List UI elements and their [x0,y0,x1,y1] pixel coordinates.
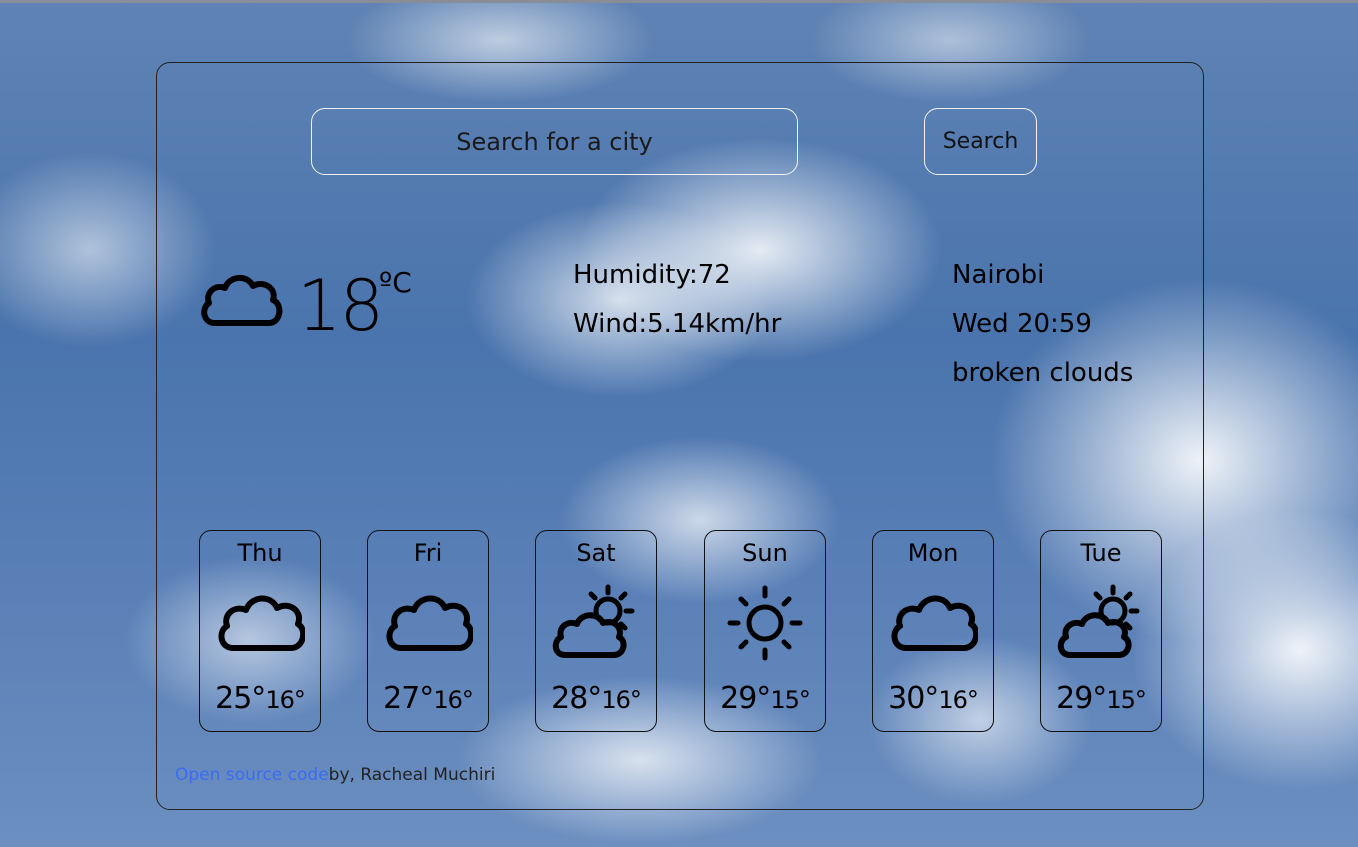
forecast-temps: 27°16° [368,684,488,714]
forecast-day-name: Fri [413,539,443,567]
forecast-temps: 30°16° [873,684,993,714]
forecast-temps: 25°16° [200,684,320,714]
cloud-icon [201,275,283,326]
forecast-temps: 28°16° [536,684,656,714]
humidity-text: Humidity:72 [573,260,731,290]
partly-sunny-icon [552,584,635,658]
forecast-max: 27° [383,681,434,716]
forecast-min: 16° [265,686,306,714]
partly-sunny-icon [1057,584,1140,658]
forecast-min: 16° [433,686,474,714]
forecast-day-name: Sun [742,539,788,567]
forecast-max: 29° [1056,681,1107,716]
forecast-day-card: Sat 28°16° [535,530,657,732]
search-button[interactable]: Search [924,108,1037,175]
weather-card: Search 18 ºC Humidity:72 Wind:5.14km/hr … [156,62,1204,810]
forecast-min: 16° [938,686,979,714]
forecast-min: 15° [770,686,811,714]
forecast-day-card: Tue 29°15° [1040,530,1162,732]
forecast-max: 28° [551,681,602,716]
weather-details: Humidity:72 Wind:5.14km/hr [573,251,781,349]
forecast-day-name: Thu [237,539,283,567]
forecast-max: 25° [215,681,266,716]
forecast-day-name: Mon [907,539,959,567]
forecast-max: 30° [888,681,939,716]
city-name: Nairobi [952,260,1045,290]
cloud-icon [386,595,473,651]
weather-description: broken clouds [952,358,1134,388]
current-temperature: 18 [297,265,384,347]
cloud-icon [891,595,978,651]
forecast-day-card: Sun 29°15° [704,530,826,732]
author-credit: by, Racheal Muchiri [328,765,496,785]
forecast-min: 16° [601,686,642,714]
date-time: Wed 20:59 [952,309,1092,339]
forecast-max: 29° [720,681,771,716]
forecast-min: 15° [1106,686,1147,714]
forecast-day-card: Mon 30°16° [872,530,994,732]
forecast-day-card: Thu 25°16° [199,530,321,732]
forecast-day-name: Tue [1080,539,1122,567]
temperature-unit: ºC [379,266,412,299]
forecast-temps: 29°15° [1041,684,1161,714]
sun-icon [727,585,803,661]
forecast-temps: 29°15° [705,684,825,714]
footer-credit: Open source codeby, Racheal Muchiri [175,765,495,785]
city-search-input[interactable] [311,108,798,175]
window-top-strip [0,0,1358,3]
open-source-link[interactable]: Open source code [175,765,329,785]
cloud-icon [218,595,305,651]
forecast-day-name: Sat [576,539,616,567]
location-info: Nairobi Wed 20:59 broken clouds [952,251,1133,398]
forecast-day-card: Fri 27°16° [367,530,489,732]
wind-text: Wind:5.14km/hr [573,309,782,339]
